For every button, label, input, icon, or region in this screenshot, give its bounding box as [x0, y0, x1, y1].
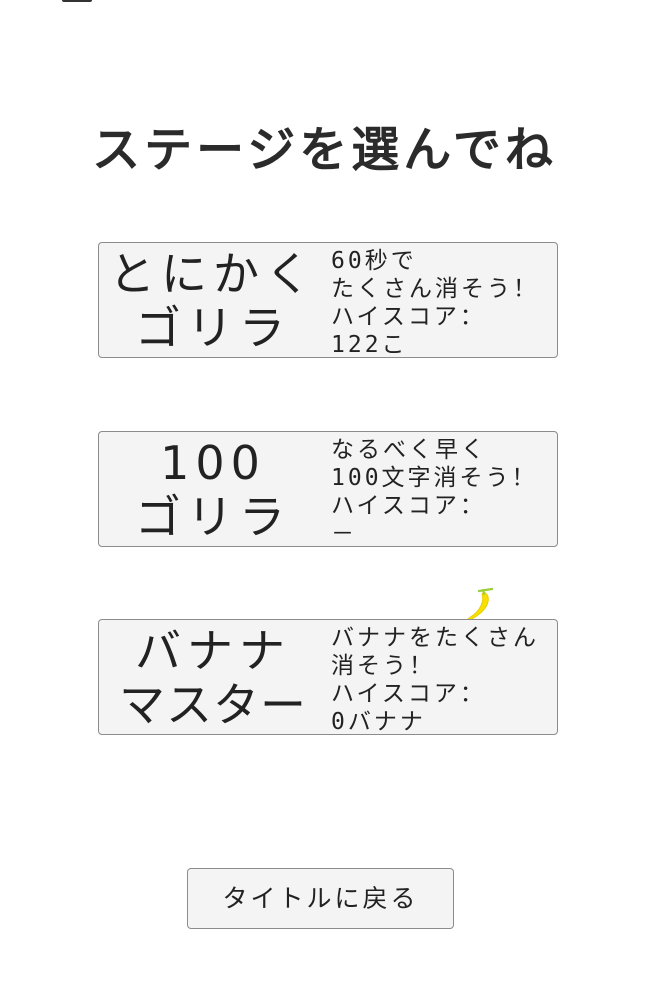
- high-score-value: －: [331, 521, 357, 547]
- stage-name-line: ゴリラ: [135, 301, 291, 355]
- stage-name: とにかく ゴリラ: [99, 247, 327, 355]
- stage-desc-line: 100文字消そう！: [331, 465, 538, 491]
- stage-description: バナナをたくさん 消そう！ ハイスコア： 0バナナ: [331, 624, 555, 736]
- stage-description: なるべく早く 100文字消そう！ ハイスコア： －: [331, 436, 555, 548]
- stage-name-line: マスター: [119, 678, 307, 732]
- stage-name-line: ゴリラ: [135, 490, 291, 544]
- high-score-label: ハイスコア：: [331, 493, 486, 519]
- corner-decoration: [62, 0, 92, 2]
- stage-name-line: とにかく: [109, 247, 317, 301]
- stage-desc-line: 60秒で: [331, 248, 417, 274]
- high-score-value: 0バナナ: [331, 709, 426, 735]
- stage-desc-line: なるべく早く: [331, 437, 487, 463]
- stage-name: バナナ マスター: [99, 624, 327, 732]
- high-score-label: ハイスコア：: [331, 304, 486, 330]
- stage-desc-line: 消そう！: [331, 653, 435, 679]
- stage-description: 60秒で たくさん消そう！ ハイスコア： 122こ: [331, 247, 555, 359]
- stage-name: 100 ゴリラ: [99, 436, 327, 544]
- stage-desc-line: バナナをたくさん: [331, 625, 539, 651]
- banana-icon: [467, 587, 494, 621]
- page-title: ステージを選んでね: [92, 122, 557, 179]
- stage-button-100-gorilla[interactable]: 100 ゴリラ なるべく早く 100文字消そう！ ハイスコア： －: [98, 431, 558, 547]
- back-to-title-button[interactable]: タイトルに戻る: [187, 868, 454, 929]
- high-score-label: ハイスコア：: [331, 681, 486, 707]
- stage-desc-line: たくさん消そう！: [331, 276, 539, 302]
- stage-button-tonikaku-gorilla[interactable]: とにかく ゴリラ 60秒で たくさん消そう！ ハイスコア： 122こ: [98, 242, 558, 358]
- high-score-value: 122こ: [331, 332, 408, 358]
- stage-name-line: 100: [160, 436, 266, 490]
- stage-button-banana-master[interactable]: バナナ マスター バナナをたくさん 消そう！ ハイスコア： 0バナナ: [98, 619, 558, 735]
- stage-name-line: バナナ: [135, 624, 291, 678]
